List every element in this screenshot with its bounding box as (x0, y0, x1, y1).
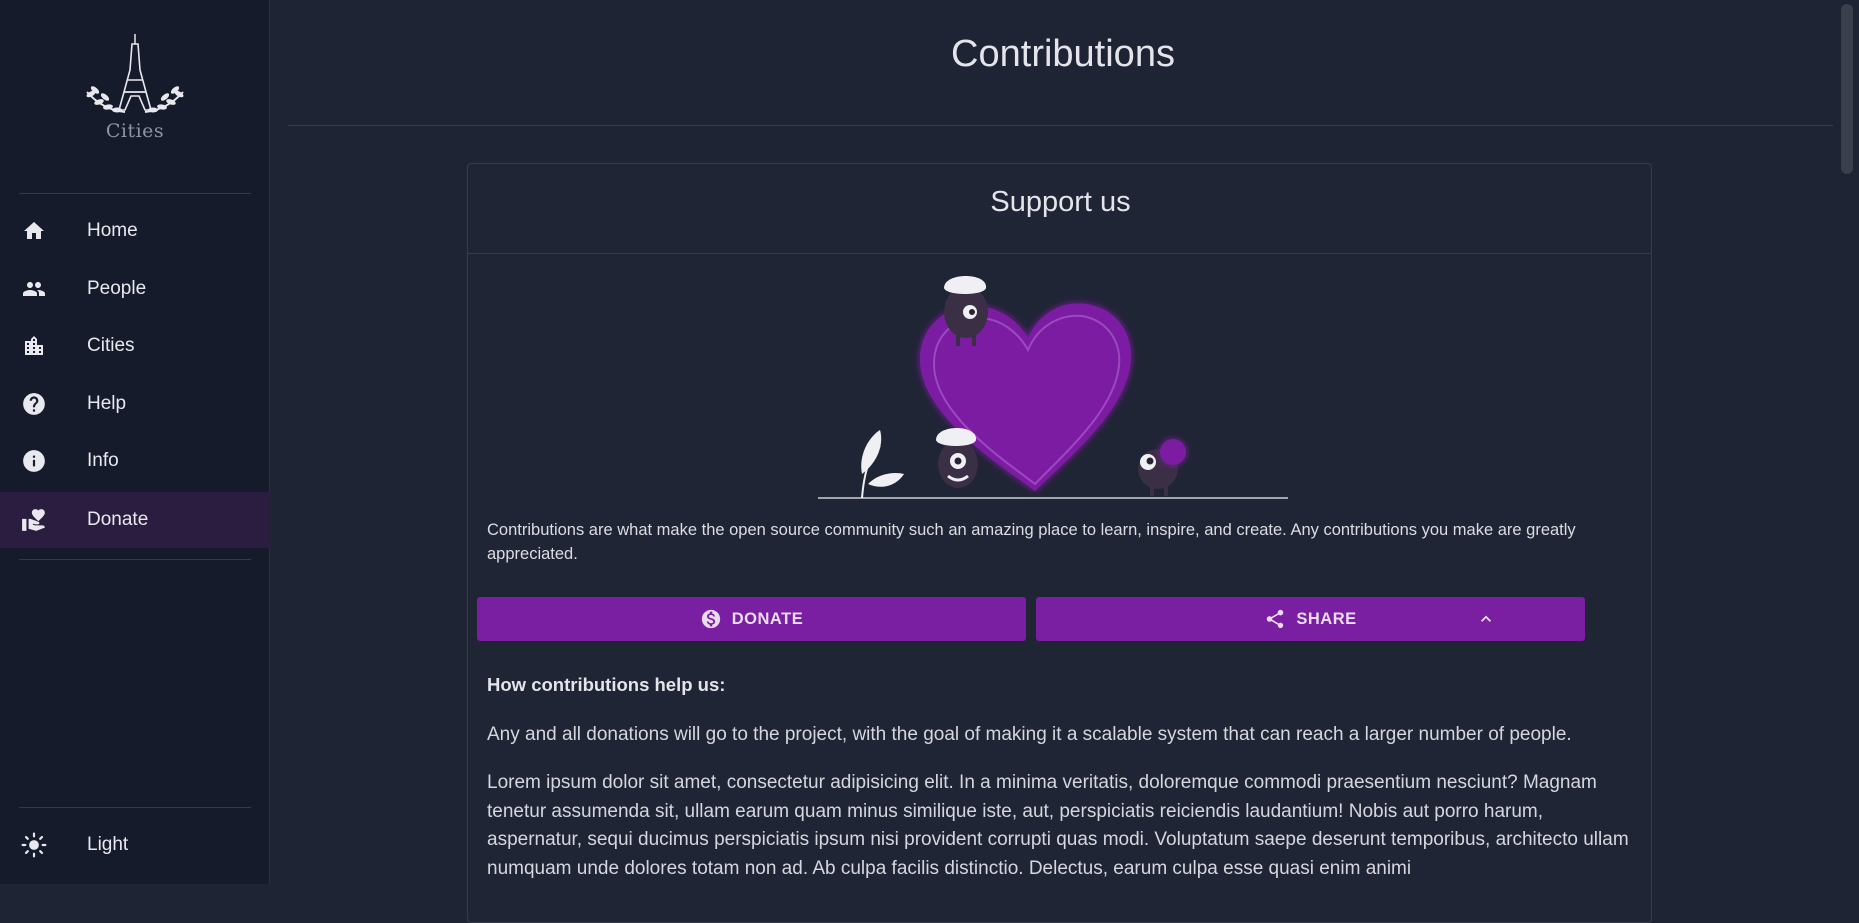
donation-heart-illustration (818, 276, 1288, 499)
help-heading: How contributions help us: (487, 674, 726, 695)
eiffel-tower-laurel-icon (86, 34, 184, 113)
sidebar-item-info[interactable]: Info (0, 433, 270, 489)
sidebar-item-donate[interactable]: Donate (0, 492, 270, 548)
sidebar-item-people[interactable]: People (0, 261, 270, 317)
donations-paragraph: Any and all donations will go to the pro… (487, 724, 1572, 745)
help-icon (21, 391, 47, 417)
theme-toggle[interactable]: Light (0, 817, 270, 873)
sidebar-item-cities[interactable]: Cities (0, 318, 270, 374)
page-title: Contributions (951, 33, 1175, 75)
logo[interactable]: Cities (0, 30, 270, 160)
sidebar-divider (19, 559, 251, 560)
collapse-toggle-button[interactable] (1468, 601, 1504, 637)
share-icon (1267, 609, 1284, 629)
sidebar-item-label: Home (87, 220, 138, 241)
sidebar-item-help[interactable]: Help (0, 376, 270, 432)
sidebar-item-label: People (87, 278, 147, 299)
card-title: Support us (990, 186, 1131, 218)
sidebar-item-home[interactable]: Home (0, 203, 270, 259)
scrollbar-thumb[interactable] (1841, 4, 1853, 174)
sidebar-item-label: Help (87, 393, 127, 414)
main-content: Contributions Support us Contributions a… (271, 0, 1836, 923)
building-icon (21, 333, 47, 359)
donate-hand-heart-icon (21, 507, 47, 533)
home-icon (21, 218, 47, 244)
intro-text: Contributions are what make the open sou… (487, 521, 1576, 563)
theme-toggle-label: Light (87, 834, 129, 855)
support-card: Support us Contributions are what make t… (467, 163, 1652, 923)
sun-icon (21, 832, 47, 858)
people-icon (21, 276, 47, 302)
brand-name: Cities (105, 120, 165, 142)
sidebar-item-label: Donate (87, 509, 149, 530)
info-icon (21, 448, 47, 474)
donate-button[interactable]: DONATE (477, 597, 1026, 641)
share-button-label: SHARE (1296, 609, 1357, 628)
dollar-coin-icon (701, 609, 720, 629)
chevron-up-icon (1481, 615, 1491, 622)
sidebar-divider (19, 807, 251, 808)
donate-button-label: DONATE (731, 609, 804, 628)
sidebar-divider (19, 193, 251, 194)
card-divider (468, 253, 1651, 254)
lorem-paragraph: Lorem ipsum dolor sit amet, consectetur … (487, 772, 1629, 879)
sidebar-item-label: Cities (87, 335, 135, 356)
sidebar-item-label: Info (87, 450, 119, 471)
title-divider (288, 125, 1833, 126)
sidebar: Cities Home People Cities Help Info Dona… (0, 0, 270, 884)
